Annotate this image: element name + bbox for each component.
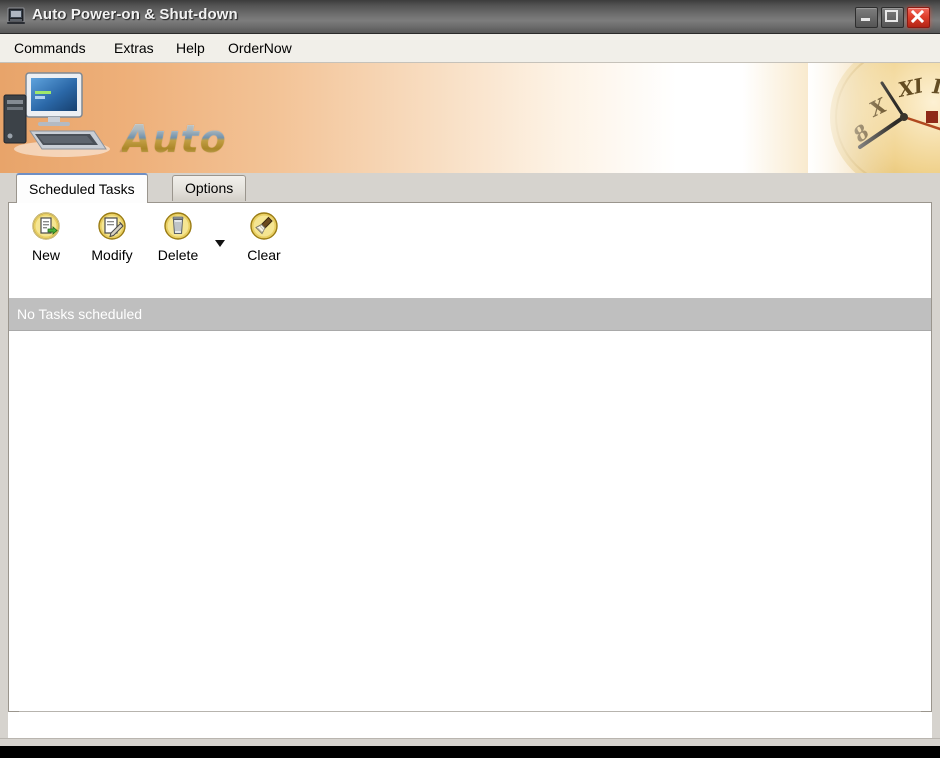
toolbar: New Modify Delete Clear [9, 203, 931, 277]
task-list-empty-row[interactable]: No Tasks scheduled [9, 297, 931, 331]
scheduled-tasks-panel: New Modify Delete Clear No Tasks schedul… [8, 202, 932, 713]
panel-separator [19, 711, 921, 713]
menu-bar: Commands Extras Help OrderNow [0, 34, 940, 63]
menu-item-ordernow[interactable]: OrderNow [222, 38, 298, 58]
banner: Auto power-on & shut-down [0, 63, 940, 173]
modify-button[interactable]: Modify [81, 211, 143, 263]
chevron-down-icon[interactable] [211, 235, 229, 251]
window-frame-right [932, 202, 940, 746]
delete-button-label: Delete [157, 247, 199, 263]
trash-can-icon [147, 211, 209, 245]
broom-icon [233, 211, 295, 245]
clear-button[interactable]: Clear [233, 211, 295, 263]
new-button-label: New [31, 247, 60, 263]
new-document-icon [15, 211, 77, 245]
computer-icon [6, 6, 26, 26]
menu-item-help[interactable]: Help [170, 38, 211, 58]
delete-button[interactable]: Delete [147, 211, 209, 263]
maximize-icon[interactable] [881, 7, 904, 28]
menu-item-commands[interactable]: Commands [8, 38, 92, 58]
tab-scheduled-tasks[interactable]: Scheduled Tasks [16, 173, 148, 203]
application-window: Auto Power-on & Shut-down Commands Extra… [0, 0, 940, 758]
analog-clock-illustration: 8 X XI II [808, 63, 940, 173]
tab-options[interactable]: Options [172, 175, 247, 201]
desktop-computer-illustration [2, 69, 112, 159]
modify-button-label: Modify [91, 247, 133, 263]
tab-strip: Scheduled Tasks Options [0, 173, 940, 203]
close-icon[interactable] [907, 7, 930, 28]
edit-pencil-icon [81, 211, 143, 245]
minimize-icon[interactable] [855, 7, 878, 28]
clear-button-label: Clear [247, 247, 281, 263]
window-frame-left [0, 202, 8, 746]
new-button[interactable]: New [15, 211, 77, 263]
desktop-background [0, 746, 940, 758]
task-list: No Tasks scheduled [9, 297, 931, 331]
title-bar: Auto Power-on & Shut-down [0, 0, 940, 34]
banner-title-auto: Auto [122, 117, 227, 161]
menu-item-extras[interactable]: Extras [108, 38, 160, 58]
window-title: Auto Power-on & Shut-down [32, 6, 238, 23]
task-list-empty-label: No Tasks scheduled [17, 306, 143, 322]
